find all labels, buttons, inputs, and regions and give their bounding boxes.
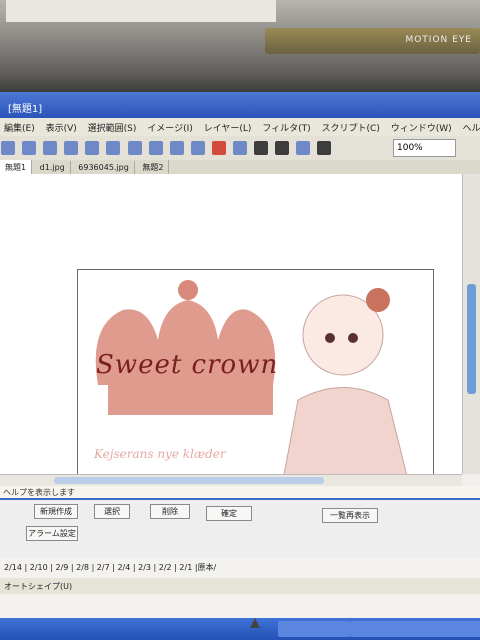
artwork-title: Sweet crown (96, 350, 279, 380)
sticky-note (6, 0, 276, 22)
copy-icon[interactable] (85, 141, 100, 155)
laptop-bezel: MOTION EYE (0, 0, 480, 92)
select-button[interactable]: 選択 (94, 504, 130, 519)
horizontal-scroll-thumb[interactable] (54, 477, 324, 484)
vertical-scrollbar[interactable] (462, 174, 480, 474)
crown-jewel (178, 280, 198, 300)
confirm-button[interactable]: 確定 (206, 506, 252, 521)
menu-item-window[interactable]: ウィンドウ(W) (387, 118, 456, 137)
menu-item-edit[interactable]: 編集(E) (0, 118, 39, 137)
canvas-area[interactable]: Sweet crown Kejserans nye klæder (0, 174, 462, 481)
zoom-out-icon[interactable] (190, 141, 205, 155)
delete-button[interactable]: 削除 (150, 504, 190, 519)
paste-icon[interactable] (106, 141, 121, 155)
character-eye-right (348, 333, 358, 343)
tab-d1[interactable]: d1.jpg (35, 161, 71, 174)
menu-item-image[interactable]: イメージ(I) (143, 118, 197, 137)
tab-untitled-1[interactable]: 無題1 (0, 160, 33, 175)
layer-icon[interactable] (254, 141, 269, 155)
vertical-scroll-thumb[interactable] (467, 284, 476, 394)
mouse-cursor-icon (250, 618, 260, 628)
menu-item-layer[interactable]: レイヤー(L) (200, 118, 256, 137)
crown-band (108, 385, 273, 415)
undo-icon[interactable] (127, 141, 142, 155)
artwork-caption: Kejserans nye klæder (94, 447, 226, 461)
color-icon[interactable] (211, 141, 226, 155)
menu-bar: 編集(E) 表示(V) 選択範囲(S) イメージ(I) レイヤー(L) フィルタ… (0, 118, 480, 136)
character-eye-left (325, 333, 335, 343)
new-icon[interactable] (1, 141, 15, 155)
menu-item-selection[interactable]: 選択範囲(S) (84, 118, 141, 137)
date-row: 2/14 | 2/10 | 2/9 | 2/8 | 2/7 | 2/4 | 2/… (4, 563, 217, 572)
window-titlebar[interactable]: [無題1] (0, 92, 480, 118)
open-icon[interactable] (22, 141, 37, 155)
new-create-button[interactable]: 新規作成 (34, 504, 78, 519)
menu-item-view[interactable]: 表示(V) (42, 118, 81, 137)
palette-icon[interactable] (233, 141, 248, 155)
grid-icon[interactable] (317, 141, 332, 155)
menu-item-help[interactable]: ヘルプ(H) (459, 118, 480, 137)
menu-item-filter[interactable]: フィルタ(T) (258, 118, 314, 137)
refresh-list-button[interactable]: 一覧再表示 (322, 508, 378, 523)
laptop-badge: MOTION EYE (265, 28, 480, 54)
document-tabs: 無題1 d1.jpg 6936045.jpg 無題2 (0, 160, 480, 175)
autoshape-menu[interactable]: オートシェイプ(U) (4, 581, 72, 592)
taskbar-button[interactable] (350, 621, 422, 637)
save-icon[interactable] (43, 141, 58, 155)
window-title: [無題1] (8, 104, 43, 115)
schedule-panel: 新規作成 選択 削除 確定 一覧再表示 アラーム設定 (0, 498, 480, 560)
app-window: [無題1] 編集(E) 表示(V) 選択範囲(S) イメージ(I) レイヤー(L… (0, 92, 480, 640)
redo-icon[interactable] (148, 141, 163, 155)
schedule-area: 2/14 | 2/10 | 2/9 | 2/8 | 2/7 | 2/4 | 2/… (0, 558, 480, 618)
taskbar (0, 618, 480, 640)
status-text: ヘルプを表示します (3, 488, 75, 497)
badge-text: MOTION EYE (405, 35, 472, 45)
zoom-select[interactable]: 100% (393, 139, 456, 157)
taskbar-button[interactable] (278, 621, 350, 637)
rose (366, 288, 390, 312)
character-body (282, 387, 409, 480)
tab-6936045[interactable]: 6936045.jpg (73, 161, 135, 174)
zoom-in-icon[interactable] (169, 141, 184, 155)
taskbar-button[interactable] (420, 621, 480, 637)
drawing-toolbar: オートシェイプ(U) (0, 578, 480, 594)
histogram-icon[interactable] (296, 141, 311, 155)
channel-icon[interactable] (275, 141, 290, 155)
document-image[interactable]: Sweet crown Kejserans nye klæder (77, 269, 434, 481)
menu-item-script[interactable]: スクリプト(C) (318, 118, 384, 137)
status-bar: ヘルプを表示します (0, 486, 480, 498)
cut-icon[interactable] (64, 141, 79, 155)
alarm-settings-button[interactable]: アラーム設定 (26, 526, 78, 541)
tab-untitled-2[interactable]: 無題2 (137, 160, 170, 175)
